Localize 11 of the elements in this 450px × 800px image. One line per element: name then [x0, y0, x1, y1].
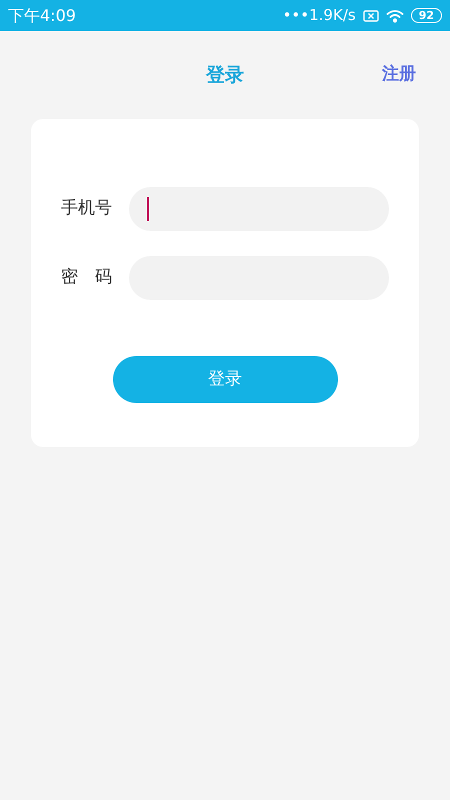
network-speed: •••1.9K/s: [282, 5, 356, 26]
sim-x-icon: [362, 10, 379, 22]
page-title: 登录: [206, 62, 244, 88]
input-field[interactable]: [129, 187, 389, 231]
status-time: 下午4:09: [8, 4, 76, 26]
register-link[interactable]: 注册: [382, 62, 416, 88]
field-label: 密 码: [61, 266, 113, 290]
login-button[interactable]: 登录: [112, 356, 338, 403]
field-label: 手机号: [61, 197, 113, 220]
wifi-icon: [386, 8, 404, 22]
battery-indicator: 92: [410, 8, 442, 23]
